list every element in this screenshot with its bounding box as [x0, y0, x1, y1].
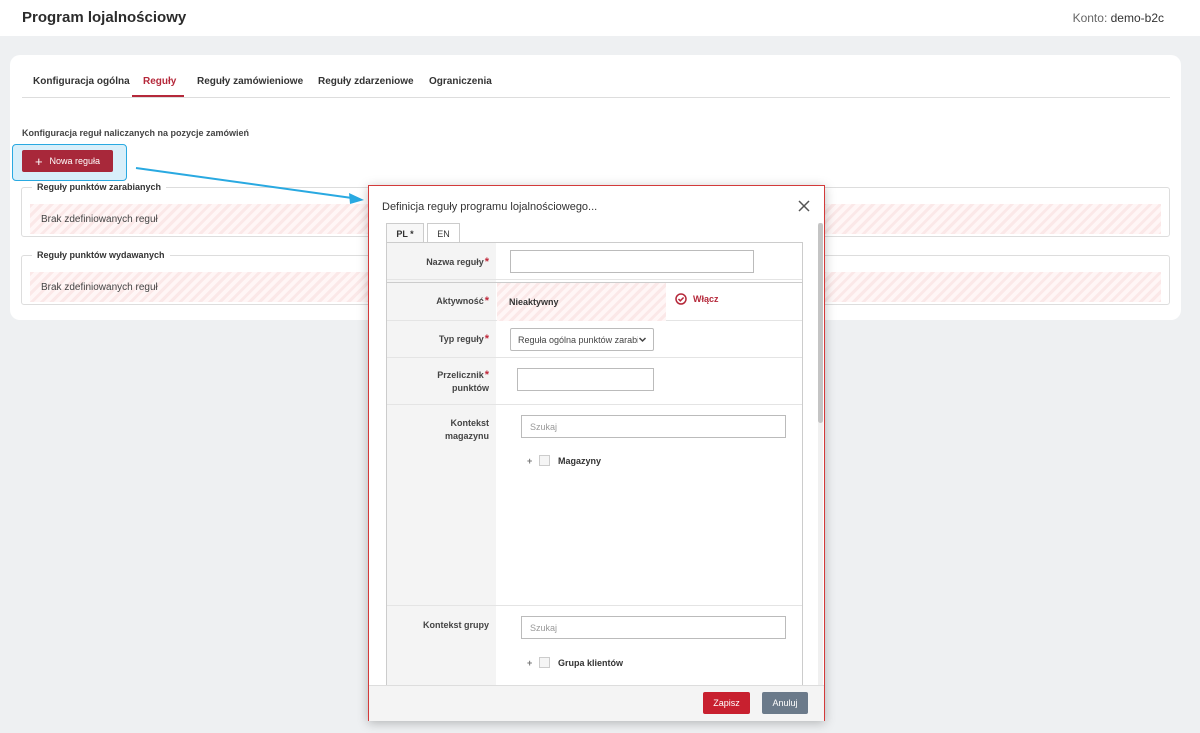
modal-scrollbar[interactable] — [818, 223, 823, 685]
field-row-name: Nazwa reguły* — [387, 242, 802, 280]
earned-points-legend: Reguły punktów zarabianych — [37, 182, 162, 192]
account-label: Konto: — [1072, 11, 1108, 25]
group-search-input[interactable]: Szukaj — [521, 616, 786, 639]
modal-footer: Zapisz Anuluj — [369, 685, 824, 721]
field-row-activity: Aktywność* Nieaktywny Włącz — [387, 282, 802, 321]
type-label: Typ reguły* — [438, 333, 489, 345]
name-label: Nazwa reguły* — [426, 256, 489, 268]
section-description: Konfiguracja reguł naliczanych na pozycj… — [22, 128, 250, 138]
field-row-warehouse-context: Kontekst magazynu Szukaj + Magazyny — [387, 405, 802, 606]
page-title: Program lojalnościowy — [22, 9, 187, 26]
enable-label: Włącz — [693, 294, 719, 304]
group-context-label: Kontekst grupy — [422, 620, 489, 630]
rule-definition-modal: Definicja reguły programu lojalnościoweg… — [368, 185, 825, 721]
tab-limits[interactable]: Ograniczenia — [429, 76, 492, 87]
spent-points-legend: Reguły punktów wydawanych — [37, 250, 165, 260]
warehouses-label: Magazyny — [558, 455, 602, 466]
expand-icon[interactable]: + — [527, 456, 535, 466]
new-rule-label: Nowa reguła — [49, 156, 101, 166]
rule-name-input[interactable] — [510, 250, 754, 273]
activity-status: Nieaktywny — [497, 283, 666, 321]
account-value[interactable]: demo-b2c — [1111, 11, 1164, 25]
active-tab-indicator — [132, 95, 184, 97]
tree-node-customer-groups: + Grupa klientów — [527, 657, 623, 668]
points-converter-input[interactable] — [517, 368, 654, 391]
top-bar: Program lojalnościowy Konto: demo-b2c — [0, 0, 1200, 36]
new-rule-button[interactable]: + Nowa reguła — [22, 150, 113, 172]
field-row-type: Typ reguły* Reguła ogólna punktów zarabi… — [387, 321, 802, 358]
activity-label: Aktywność* — [436, 295, 489, 307]
expand-icon[interactable]: + — [527, 658, 535, 668]
modal-title: Definicja reguły programu lojalnościoweg… — [382, 201, 598, 213]
lang-tab-pl[interactable]: PL * — [386, 223, 424, 243]
tab-event-rules[interactable]: Reguły zdarzeniowe — [318, 76, 414, 87]
warehouse-search-input[interactable]: Szukaj — [521, 415, 786, 438]
rule-type-select[interactable]: Reguła ogólna punktów zarabianych — [510, 328, 654, 351]
field-row-converter: Przelicznik* punktów — [387, 358, 802, 405]
converter-label: Przelicznik* punktów — [437, 369, 489, 393]
plus-icon: + — [34, 153, 43, 169]
tab-bar: Konfiguracja ogólna Reguły Reguły zamówi… — [22, 71, 1170, 98]
scrollbar-thumb[interactable] — [818, 223, 823, 423]
chevron-down-icon — [638, 337, 647, 343]
tab-general-config[interactable]: Konfiguracja ogólna — [33, 76, 130, 87]
modal-form: Nazwa reguły* Aktywność* Nieaktywny Włąc… — [386, 242, 803, 685]
cancel-button[interactable]: Anuluj — [762, 692, 808, 714]
tree-node-warehouses: + Magazyny — [527, 455, 601, 466]
tab-order-rules[interactable]: Reguły zamówieniowe — [197, 76, 303, 87]
customer-groups-label: Grupa klientów — [558, 657, 624, 668]
warehouse-context-label: Kontekst magazynu — [444, 418, 489, 441]
enable-button[interactable]: Włącz — [675, 293, 719, 305]
warehouses-checkbox[interactable] — [539, 455, 550, 466]
check-circle-icon — [675, 293, 687, 305]
rule-type-value: Reguła ogólna punktów zarabianych — [518, 334, 638, 345]
close-icon[interactable] — [796, 198, 812, 214]
lang-tab-en[interactable]: EN — [427, 223, 460, 243]
save-button[interactable]: Zapisz — [703, 692, 750, 714]
field-row-group-context: Kontekst grupy Szukaj + Grupa klientów — [387, 606, 802, 685]
tab-rules[interactable]: Reguły — [143, 76, 176, 87]
account-info: Konto: demo-b2c — [1073, 11, 1164, 25]
customer-groups-checkbox[interactable] — [539, 657, 550, 668]
